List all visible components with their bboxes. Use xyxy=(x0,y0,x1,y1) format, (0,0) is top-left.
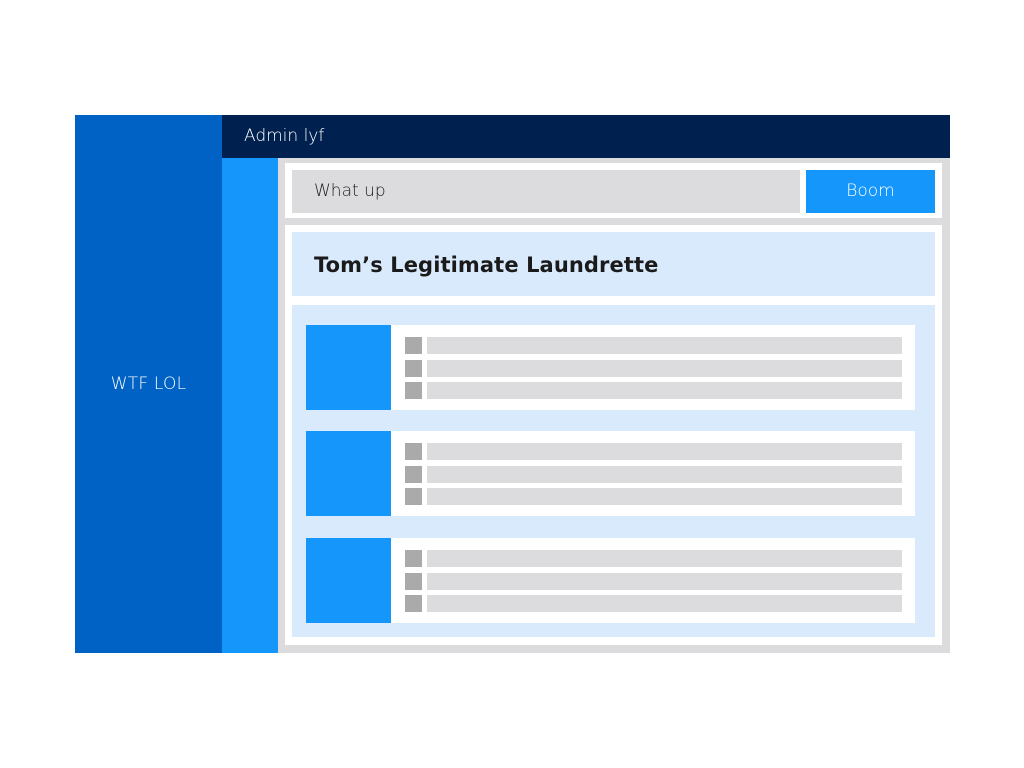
bullet-icon xyxy=(405,382,422,399)
list-item[interactable] xyxy=(306,325,915,410)
text-placeholder xyxy=(427,360,902,377)
app-window: WTF LOL Admin lyf Boom Tom’s Legitimate … xyxy=(75,115,950,653)
bullet-icon xyxy=(405,550,422,567)
bullet-icon xyxy=(405,595,422,612)
bullet-icon xyxy=(405,337,422,354)
text-placeholder xyxy=(427,382,902,399)
text-placeholder xyxy=(427,337,902,354)
item-line xyxy=(405,466,902,483)
text-placeholder xyxy=(427,595,902,612)
toolbar: Boom xyxy=(285,163,942,218)
list-item[interactable] xyxy=(306,538,915,623)
bullet-icon xyxy=(405,573,422,590)
item-thumbnail xyxy=(306,538,391,623)
text-placeholder xyxy=(427,443,902,460)
bullet-icon xyxy=(405,466,422,483)
item-line xyxy=(405,595,902,612)
item-line xyxy=(405,488,902,505)
item-line xyxy=(405,550,902,567)
boom-button[interactable]: Boom xyxy=(806,170,935,213)
main-card: Tom’s Legitimate Laundrette xyxy=(285,225,942,645)
text-placeholder xyxy=(427,550,902,567)
title-banner: Tom’s Legitimate Laundrette xyxy=(292,232,935,296)
text-placeholder xyxy=(427,466,902,483)
text-placeholder xyxy=(427,488,902,505)
bullet-icon xyxy=(405,488,422,505)
bullet-icon xyxy=(405,360,422,377)
text-placeholder xyxy=(427,573,902,590)
item-line xyxy=(405,382,902,399)
item-line xyxy=(405,443,902,460)
app-title: Admin lyf xyxy=(244,126,325,146)
top-bar: Admin lyf xyxy=(222,115,950,158)
item-thumbnail xyxy=(306,431,391,516)
page-title: Tom’s Legitimate Laundrette xyxy=(314,253,659,277)
bullet-icon xyxy=(405,443,422,460)
content-area: Boom Tom’s Legitimate Laundrette xyxy=(278,158,950,653)
left-sidebar: WTF LOL xyxy=(75,115,222,653)
item-list xyxy=(292,305,935,637)
list-item[interactable] xyxy=(306,431,915,516)
sidebar-label: WTF LOL xyxy=(110,374,187,394)
item-line xyxy=(405,360,902,377)
nav-rail xyxy=(222,158,278,653)
item-line xyxy=(405,573,902,590)
item-line xyxy=(405,337,902,354)
item-thumbnail xyxy=(306,325,391,410)
search-input[interactable] xyxy=(292,170,800,213)
